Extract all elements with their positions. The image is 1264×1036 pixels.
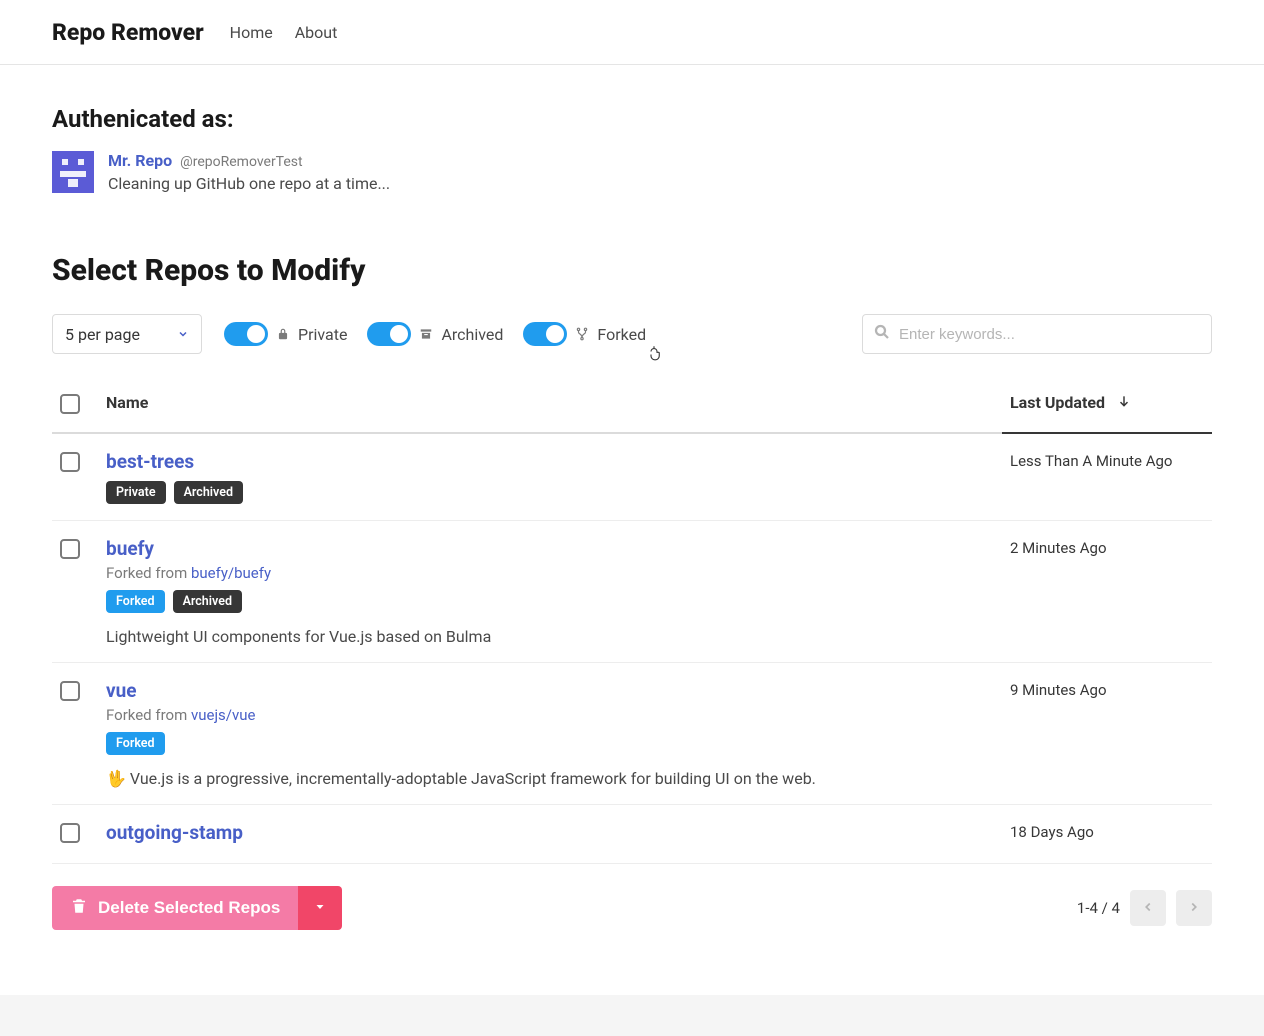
- filter-archived[interactable]: Archived: [367, 322, 503, 346]
- repo-tag: Archived: [174, 481, 243, 504]
- table-row: buefy Forked from buefy/buefy Forked Archiv…: [52, 521, 1212, 663]
- repo-tag: Archived: [173, 590, 242, 613]
- page-prev-button[interactable]: [1130, 890, 1166, 926]
- forked-from: Forked from buefy/buefy: [106, 564, 994, 582]
- toggle-archived[interactable]: [367, 322, 411, 346]
- fork-source-link[interactable]: buefy/buefy: [191, 564, 271, 582]
- table-row: best-trees Private Archived Less Than A Min…: [52, 433, 1212, 521]
- delete-label: Delete Selected Repos: [98, 898, 280, 918]
- user-handle: @repoRemoverTest: [180, 154, 302, 170]
- updated-cell: 9 Minutes Ago: [1002, 663, 1212, 805]
- col-updated[interactable]: Last Updated: [1002, 376, 1212, 433]
- row-checkbox[interactable]: [60, 823, 80, 843]
- sort-desc-icon: [1117, 393, 1131, 412]
- pagination: 1-4 / 4: [1077, 890, 1212, 926]
- updated-cell: 2 Minutes Ago: [1002, 521, 1212, 663]
- repo-description: Lightweight UI components for Vue.js bas…: [106, 627, 994, 646]
- page: Authenicated as: Mr. Repo @repoRemoverTe…: [0, 65, 1264, 995]
- repo-tag: Forked: [106, 590, 165, 613]
- row-checkbox[interactable]: [60, 681, 80, 701]
- chevron-right-icon: [1187, 900, 1201, 917]
- caret-down-icon: [314, 901, 326, 916]
- nav-home[interactable]: Home: [230, 23, 273, 42]
- table-row: outgoing-stamp 18 Days Ago: [52, 805, 1212, 864]
- user-display-name[interactable]: Mr. Repo: [108, 151, 172, 170]
- footer-row: Delete Selected Repos 1-4 / 4: [52, 886, 1212, 930]
- filter-label: Archived: [441, 325, 503, 344]
- repo-link[interactable]: buefy: [106, 537, 154, 560]
- col-name[interactable]: Name: [98, 376, 1002, 433]
- delete-button-group: Delete Selected Repos: [52, 886, 342, 930]
- updated-cell: 18 Days Ago: [1002, 805, 1212, 864]
- chevron-down-icon: [177, 325, 189, 344]
- search-input[interactable]: [899, 326, 1201, 343]
- filters: Private Archived Forked: [224, 322, 666, 346]
- filter-forked[interactable]: Forked: [523, 322, 646, 346]
- archive-icon: [419, 327, 433, 341]
- repo-description: 🖖 Vue.js is a progressive, incrementally…: [106, 769, 994, 788]
- search-box[interactable]: [862, 314, 1212, 354]
- topbar: Repo Remover Home About: [0, 0, 1264, 65]
- filter-label: Forked: [597, 325, 646, 344]
- user-bio: Cleaning up GitHub one repo at a time...: [108, 174, 390, 193]
- page-info: 1-4 / 4: [1077, 899, 1120, 917]
- search-icon: [873, 323, 891, 345]
- controls-row: 5 per page Private Archived: [52, 314, 1212, 354]
- chevron-left-icon: [1141, 900, 1155, 917]
- filter-label: Private: [298, 325, 347, 344]
- repo-link[interactable]: vue: [106, 679, 137, 702]
- select-all-checkbox[interactable]: [60, 394, 80, 414]
- avatar[interactable]: [52, 151, 94, 193]
- repo-link[interactable]: best-trees: [106, 450, 194, 473]
- toggle-forked[interactable]: [523, 322, 567, 346]
- repo-link[interactable]: outgoing-stamp: [106, 821, 243, 844]
- fork-source-link[interactable]: vuejs/vue: [191, 706, 256, 724]
- delete-button[interactable]: Delete Selected Repos: [52, 886, 298, 930]
- brand: Repo Remover: [52, 19, 204, 46]
- page-next-button[interactable]: [1176, 890, 1212, 926]
- table-row: vue Forked from vuejs/vue Forked 🖖 Vue.js i…: [52, 663, 1212, 805]
- user-row: Mr. Repo @repoRemoverTest Cleaning up Gi…: [52, 151, 1212, 193]
- row-checkbox[interactable]: [60, 452, 80, 472]
- repo-tag: Forked: [106, 732, 165, 755]
- perpage-label: 5 per page: [65, 325, 140, 344]
- trash-icon: [70, 897, 88, 920]
- row-checkbox[interactable]: [60, 539, 80, 559]
- updated-cell: Less Than A Minute Ago: [1002, 433, 1212, 521]
- repo-tag: Private: [106, 481, 166, 504]
- toggle-private[interactable]: [224, 322, 268, 346]
- repos-table: Name Last Updated best-trees Private Archi…: [52, 376, 1212, 864]
- nav-about[interactable]: About: [295, 23, 338, 42]
- section-title: Select Repos to Modify: [52, 253, 1212, 288]
- lock-icon: [276, 327, 290, 341]
- perpage-select[interactable]: 5 per page: [52, 314, 202, 354]
- forked-from: Forked from vuejs/vue: [106, 706, 994, 724]
- auth-heading: Authenicated as:: [52, 105, 1212, 133]
- delete-caret-button[interactable]: [298, 886, 342, 930]
- fork-icon: [575, 327, 589, 341]
- filter-private[interactable]: Private: [224, 322, 347, 346]
